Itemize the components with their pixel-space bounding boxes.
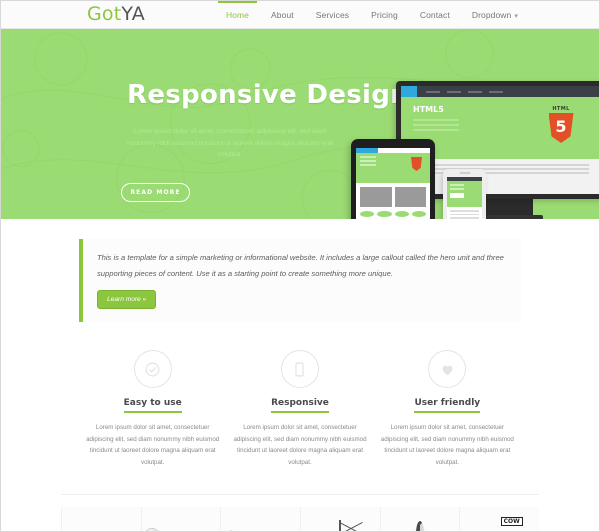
nav-item-services-label: Services [315,10,350,20]
nav-item-pricing[interactable]: Pricing [360,1,409,28]
client-logo-outside[interactable]: tside [61,507,142,531]
features-section: Easy to use Lorem ipsum dolor sit amet, … [79,350,521,468]
feature-easy-to-use: Easy to use Lorem ipsum dolor sit amet, … [79,350,226,468]
nav-item-about-label: About [271,10,294,20]
hero-content: Responsive Design Lorem ipsum dolor sit … [1,29,599,219]
nav-item-home[interactable]: Home [215,1,260,28]
nav-item-dropdown-label: Dropdown [471,10,512,20]
mock-navbar [401,86,599,97]
tablet-mock-hero [356,153,430,183]
client-logos-section: tside NetworkSolutions HOME ENERGY Engin… [61,494,539,531]
got-cow-logo: COW [477,516,523,531]
client-logo-engineering-online[interactable]: Engineering ONLINE [301,507,381,531]
feature-responsive: Responsive Lorem ipsum dolor sit amet, c… [226,350,373,468]
phone-speaker [459,172,470,174]
hero-read-more-button[interactable]: READ MORE [121,183,190,202]
tablet-html5-shield-icon [411,157,422,171]
mock-nav [417,90,599,93]
tablet-screen [356,148,430,219]
navbar: GotYA Home About Services Pricing Contac… [1,1,599,29]
phone-mock-button [450,193,464,198]
client-logo-orange-circle[interactable]: ORANGECIRCLE [381,507,461,531]
callout-box: This is a template for a simple marketin… [79,239,521,323]
feature-text: Lorem ipsum dolor sit amet, consectetuer… [86,424,220,466]
phone-mock-text [447,207,482,219]
hero-subtitle: Lorem ipsum dolor sit amet, consectetuer… [127,128,333,159]
callout-section: This is a template for a simple marketin… [1,219,599,323]
brand-logo-part2: YA [121,3,145,25]
nav-item-contact-label: Contact [419,10,450,20]
feature-title: Easy to use [123,398,182,414]
orange-circle-ring-icon [416,521,425,531]
page-root: GotYA Home About Services Pricing Contac… [0,0,600,532]
nav-item-dropdown[interactable]: Dropdown ▾ [461,1,529,28]
tablet-mock-images [356,183,430,211]
nav-item-services[interactable]: Services [305,1,360,28]
feature-text: Lorem ipsum dolor sit amet, consectetuer… [380,424,514,466]
got-cow-label: COW [500,517,523,526]
phone-mock-hero [447,181,482,207]
html5-badge-word: HTML [552,106,570,112]
nav-item-about[interactable]: About [260,1,305,28]
engineering-mark-icon [339,519,342,531]
client-logos-strip: tside NetworkSolutions HOME ENERGY Engin… [61,507,539,531]
feature-text: Lorem ipsum dolor sit amet, consectetuer… [233,424,367,466]
networksolutions-mark-icon [143,528,160,531]
primary-nav: Home About Services Pricing Contact Drop… [215,1,529,28]
client-logo-got-cow[interactable]: COW [460,507,539,531]
tablet-icon [280,350,319,389]
phone-screen [447,177,482,219]
engineering-online-logo: Engineering ONLINE [322,519,360,531]
tablet-device [351,139,435,219]
phone-device [443,169,486,219]
feature-title: Responsive [271,398,329,414]
heart-icon [428,350,467,389]
client-logo-home-energy[interactable]: HOME ENERGY [221,507,302,531]
nav-item-pricing-label: Pricing [371,10,398,20]
nav-item-home-label: Home [225,10,250,20]
html5-badge: HTML 5 [544,106,578,143]
hero-carousel: Responsive Design Lorem ipsum dolor sit … [1,29,599,219]
orange-circle-logo: ORANGECIRCLE [394,521,447,531]
feature-title: User friendly [414,398,481,414]
networksolutions-logo: NetworkSolutions [143,528,218,531]
chevron-down-icon: ▾ [514,12,518,20]
callout-text: This is a template for a simple marketin… [97,253,504,278]
html5-shield-icon: 5 [548,113,574,143]
learn-more-button[interactable]: Learn more » [97,290,157,310]
feature-user-friendly: User friendly Lorem ipsum dolor sit amet… [374,350,521,468]
brand-logo-part1: Got [87,3,122,25]
mock-logo [401,86,417,97]
brand-logo[interactable]: GotYA [87,5,145,24]
client-logo-networksolutions[interactable]: NetworkSolutions [142,507,222,531]
hero-device-mockup: HTML5 HTML 5 [351,81,599,219]
nav-item-contact[interactable]: Contact [409,1,461,28]
tablet-mock-text [356,217,430,219]
check-circle-icon [133,350,172,389]
